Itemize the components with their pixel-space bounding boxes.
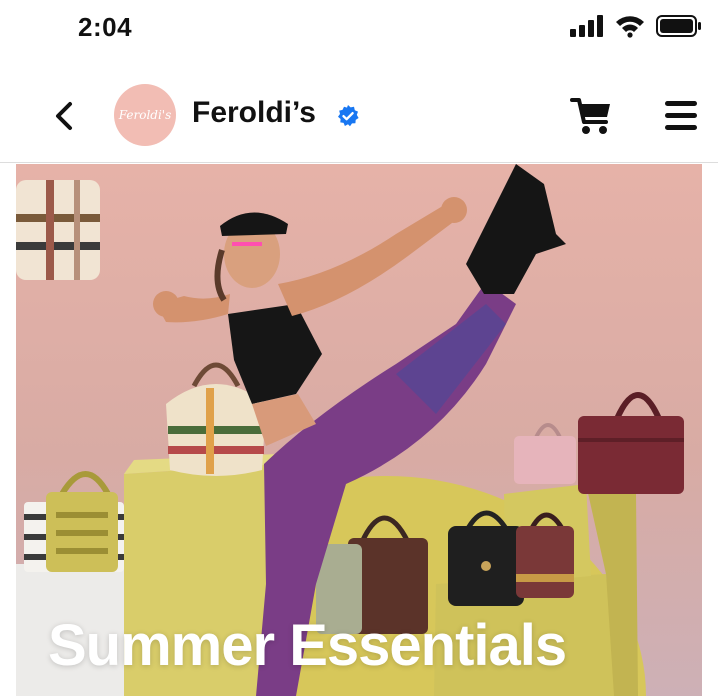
verified-badge-icon [338,105,359,127]
signal-icon [570,15,603,37]
nav-bar: Feroldi's Feroldi’s [0,70,718,163]
chevron-left-icon [56,102,72,130]
burgundy-bag-right [578,392,684,494]
wifi-icon [616,16,644,38]
status-time: 2:04 [78,12,133,42]
status-bar: 2:04 [0,0,718,60]
store-avatar[interactable]: Feroldi's [114,84,176,146]
battery-icon [656,15,701,37]
avatar-logo-text: Feroldi's [118,108,172,122]
hamburger-menu-icon [665,101,697,130]
hero-banner[interactable]: Summer Essentials [16,164,702,696]
pink-bag-right [514,423,576,484]
plaid-bag-top-left [16,180,100,280]
store-name[interactable]: Feroldi’s [192,96,316,130]
menu-button[interactable] [664,98,698,134]
status-icons [570,14,702,38]
black-bag [448,510,524,606]
hero-title: Summer Essentials [48,613,567,678]
cart-button[interactable] [570,95,614,137]
yellow-bag-left [46,471,118,572]
cart-icon [570,98,610,134]
back-button[interactable] [46,96,82,136]
brown-bag [516,512,574,598]
